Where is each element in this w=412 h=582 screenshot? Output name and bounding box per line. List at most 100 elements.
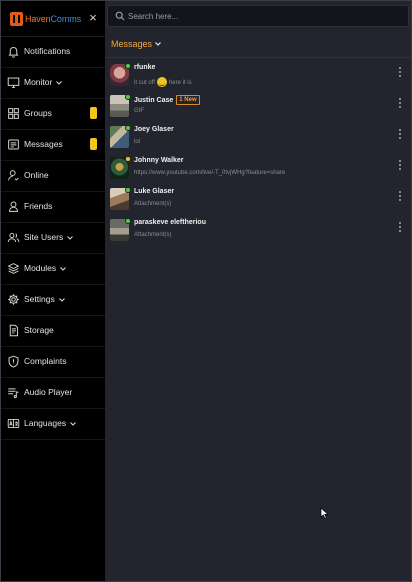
brand-name-part1: Haven (25, 14, 51, 24)
mouse-pointer-icon (320, 507, 329, 519)
more-options-icon[interactable] (397, 97, 403, 111)
sidebar-item-monitor[interactable]: Monitor (1, 68, 105, 99)
storage-icon (7, 324, 20, 337)
messages-filter-dropdown[interactable]: Messages (111, 39, 162, 51)
sidebar-item-label-text: Languages (24, 418, 67, 428)
friends-icon (7, 200, 20, 213)
conversation-preview: Attachment(s) (134, 201, 172, 207)
sidebar-item-label: Messages (24, 139, 63, 149)
layers-icon (7, 262, 20, 275)
user-online-icon (7, 169, 20, 182)
sidebar-item-label: Friends (24, 201, 53, 211)
sidebar-item-online[interactable]: Online (1, 161, 105, 192)
sidebar-item-complaints[interactable]: Complaints (1, 347, 105, 378)
chevron-down-icon (155, 42, 161, 46)
conversation-item-luke-glaser[interactable]: Luke Glaser Attachment(s) (105, 185, 411, 216)
brand-name: HavenComms (25, 12, 81, 26)
conversation-preview: it cut off here it is (134, 77, 192, 87)
sidebar-item-label: Settings (24, 293, 66, 306)
sidebar: HavenComms × Notifications Monitor Group… (1, 1, 105, 581)
online-status-indicator (125, 125, 131, 131)
preview-text: here it is (168, 80, 192, 86)
playlist-icon (7, 386, 20, 399)
sidebar-item-languages[interactable]: Languages (1, 409, 105, 440)
conversation-name: Luke Glaser (134, 188, 175, 195)
sidebar-item-label: Monitor (24, 76, 63, 89)
sidebar-item-label: Online (24, 170, 49, 180)
online-status-indicator (125, 94, 131, 100)
conversation-name: paraskeve eleftheriou (134, 219, 206, 226)
chevron-down-icon (55, 79, 63, 87)
brand-header: HavenComms × (1, 1, 105, 37)
search-bar (107, 5, 409, 27)
search-icon (115, 11, 125, 21)
sidebar-item-modules[interactable]: Modules (1, 254, 105, 285)
chevron-down-icon (66, 234, 74, 242)
more-options-icon[interactable] (397, 221, 403, 235)
chevron-down-icon (58, 296, 66, 304)
search-input[interactable] (128, 8, 398, 24)
conversation-item-joey-glaser[interactable]: Joey Glaser lol (105, 123, 411, 154)
preview-text: it cut off (134, 80, 155, 86)
conversation-item-rfunke[interactable]: rfunke it cut off here it is (105, 61, 411, 92)
messages-header-label: Messages (111, 39, 153, 49)
gear-icon (7, 293, 20, 306)
translate-icon (7, 417, 20, 430)
sidebar-item-label-text: Site Users (24, 232, 64, 242)
conversation-name-text: Justin Case (134, 97, 174, 104)
sidebar-item-messages[interactable]: Messages (1, 130, 105, 161)
monitor-icon (7, 76, 20, 89)
message-icon (7, 138, 20, 151)
online-status-indicator (125, 187, 131, 193)
sidebar-item-label: Complaints (24, 356, 67, 366)
grinning-emoji-icon (156, 77, 167, 87)
sidebar-item-storage[interactable]: Storage (1, 316, 105, 347)
conversation-preview: Attachment(s) (134, 232, 172, 238)
chevron-down-icon (59, 265, 67, 273)
sidebar-item-groups[interactable]: Groups (1, 99, 105, 130)
brand-name-part2: Comms (50, 14, 82, 24)
conversation-name: Justin Case 1 New (134, 95, 200, 105)
online-status-indicator (125, 218, 131, 224)
logo-icon (10, 12, 23, 26)
chevron-down-icon (69, 420, 77, 428)
more-options-icon[interactable] (397, 190, 403, 204)
more-options-icon[interactable] (397, 159, 403, 173)
conversation-item-johnny-walker[interactable]: Johnny Walker https://www.youtube.com/li… (105, 154, 411, 185)
new-message-badge: 1 New (176, 95, 200, 105)
sidebar-item-label: Notifications (24, 46, 71, 56)
conversation-preview: https://www.youtube.com/live/-T_0tvjWHg?… (134, 170, 286, 176)
conversation-preview: GIF (134, 108, 144, 114)
sidebar-item-audio-player[interactable]: Audio Player (1, 378, 105, 409)
close-sidebar-button[interactable]: × (86, 10, 100, 26)
sidebar-item-label: Site Users (24, 231, 74, 244)
conversation-name: Joey Glaser (134, 126, 174, 133)
online-status-indicator (125, 63, 131, 69)
sidebar-item-notifications[interactable]: Notifications (1, 37, 105, 68)
conversation-preview: lol (134, 139, 141, 145)
sidebar-item-label: Languages (24, 417, 77, 430)
sidebar-item-label: Storage (24, 325, 54, 335)
grid-icon (7, 107, 20, 120)
messages-panel: Messages rfunke it cut off here it is Jus… (105, 1, 411, 581)
sidebar-item-label: Modules (24, 262, 67, 275)
shield-icon (7, 355, 20, 368)
bell-icon (7, 45, 20, 58)
sidebar-item-site-users[interactable]: Site Users (1, 223, 105, 254)
sidebar-item-label: Groups (24, 108, 52, 118)
divider (105, 57, 411, 58)
more-options-icon[interactable] (397, 66, 403, 80)
sidebar-item-friends[interactable]: Friends (1, 192, 105, 223)
sidebar-item-label-text: Settings (24, 294, 55, 304)
conversation-name: rfunke (134, 64, 156, 71)
users-icon (7, 231, 20, 244)
conversation-item-justin-case[interactable]: Justin Case 1 New GIF (105, 92, 411, 123)
conversation-name: Johnny Walker (134, 157, 184, 164)
notification-badge (90, 138, 97, 150)
more-options-icon[interactable] (397, 128, 403, 142)
sidebar-item-label: Audio Player (24, 387, 73, 397)
sidebar-item-label-text: Modules (24, 263, 57, 273)
notification-badge (90, 107, 97, 119)
conversation-item-paraskeve-eleftheriou[interactable]: paraskeve eleftheriou Attachment(s) (105, 216, 411, 247)
sidebar-item-settings[interactable]: Settings (1, 285, 105, 316)
